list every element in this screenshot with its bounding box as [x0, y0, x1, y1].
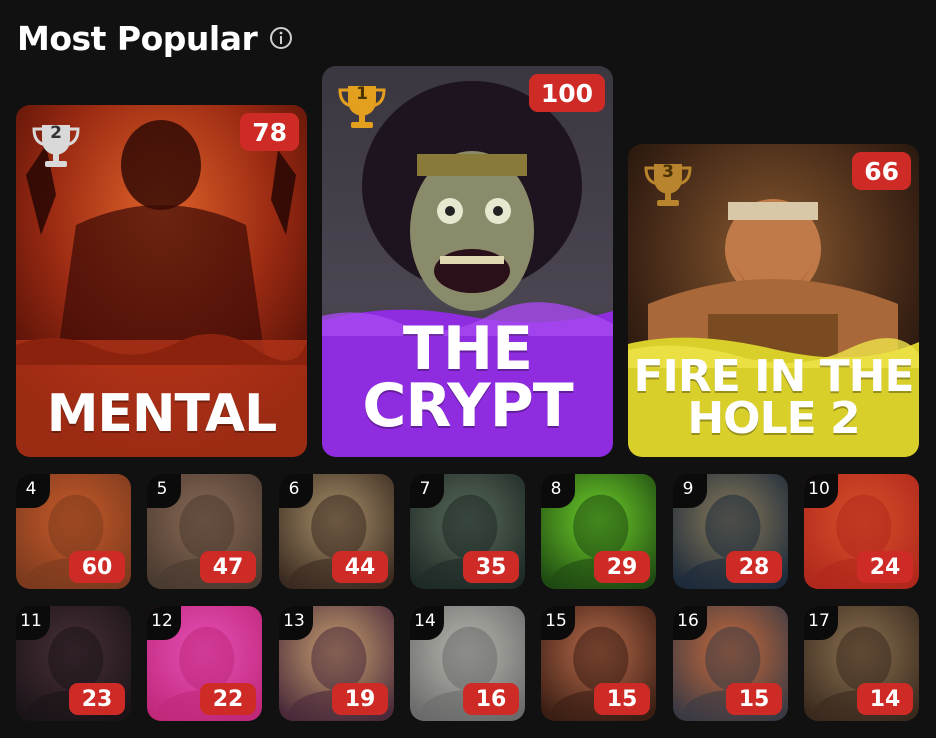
rank-number: 17: [804, 606, 838, 640]
score-badge: 60: [69, 551, 125, 583]
game-title-mental: MENTAL: [46, 384, 278, 444]
bronze-trophy-icon: 3: [640, 156, 696, 212]
game-title-line: HOLE 2: [687, 392, 860, 444]
game-tile[interactable]: 17 14: [804, 606, 919, 721]
game-tile[interactable]: 15 15: [541, 606, 656, 721]
score-badge: 28: [726, 551, 782, 583]
score-badge: 19: [332, 683, 388, 715]
rank-number: 15: [541, 606, 575, 640]
score-badge: 100: [528, 74, 605, 112]
rank-number: 8: [541, 474, 575, 508]
game-tile[interactable]: 7 35: [410, 474, 525, 589]
score-badge: 66: [852, 152, 911, 190]
score-badge: 44: [332, 551, 388, 583]
game-tile[interactable]: 12 22: [147, 606, 262, 721]
score-badge: 22: [200, 683, 256, 715]
rank-number: 11: [16, 606, 50, 640]
podium-card-fire-in-the-hole-2[interactable]: FIRE IN THE HOLE 2 3 66: [628, 144, 919, 457]
score-badge: 16: [463, 683, 519, 715]
game-tile[interactable]: 10 24: [804, 474, 919, 589]
gold-trophy-icon: 1: [334, 78, 390, 134]
most-popular-section: Most Popular MENTAL 2 78 THE CRYPT 1 100…: [0, 0, 936, 738]
info-icon[interactable]: [269, 26, 293, 50]
score-badge: 15: [726, 683, 782, 715]
podium-card-mental[interactable]: MENTAL 2 78: [16, 105, 307, 457]
rank-number: 4: [16, 474, 50, 508]
rank-number: 12: [147, 606, 181, 640]
game-tile[interactable]: 8 29: [541, 474, 656, 589]
game-tile[interactable]: 11 23: [16, 606, 131, 721]
score-badge: 78: [240, 113, 299, 151]
game-tile[interactable]: 4 60: [16, 474, 131, 589]
score-badge: 14: [857, 683, 913, 715]
score-badge: 35: [463, 551, 519, 583]
game-tile[interactable]: 13 19: [279, 606, 394, 721]
game-tile[interactable]: 14 16: [410, 606, 525, 721]
podium-card-the-crypt[interactable]: THE CRYPT 1 100: [322, 66, 613, 457]
score-badge: 23: [69, 683, 125, 715]
rank-number: 5: [147, 474, 181, 508]
game-tile[interactable]: 16 15: [673, 606, 788, 721]
trophy-rank: 1: [356, 84, 368, 104]
section-header: Most Popular: [17, 16, 293, 60]
game-title-line: CRYPT: [362, 371, 573, 441]
score-badge: 29: [594, 551, 650, 583]
rank-number: 9: [673, 474, 707, 508]
rank-number: 6: [279, 474, 313, 508]
game-title-the-crypt: THE CRYPT: [322, 314, 613, 441]
silver-trophy-icon: 2: [28, 117, 84, 173]
score-badge: 47: [200, 551, 256, 583]
score-badge: 24: [857, 551, 913, 583]
game-title-line: FIRE IN THE: [633, 351, 914, 402]
trophy-rank: 3: [662, 162, 674, 182]
section-title: Most Popular: [17, 18, 258, 58]
game-tile[interactable]: 9 28: [673, 474, 788, 589]
rank-number: 16: [673, 606, 707, 640]
rank-number: 14: [410, 606, 444, 640]
score-badge: 15: [594, 683, 650, 715]
game-tile[interactable]: 5 47: [147, 474, 262, 589]
rank-number: 10: [804, 474, 838, 508]
game-title-fire-in-the-hole-2: FIRE IN THE HOLE 2: [628, 351, 919, 444]
trophy-rank: 2: [50, 123, 62, 143]
rank-number: 13: [279, 606, 313, 640]
game-title-line: THE: [402, 314, 533, 384]
game-tile[interactable]: 6 44: [279, 474, 394, 589]
rank-number: 7: [410, 474, 444, 508]
